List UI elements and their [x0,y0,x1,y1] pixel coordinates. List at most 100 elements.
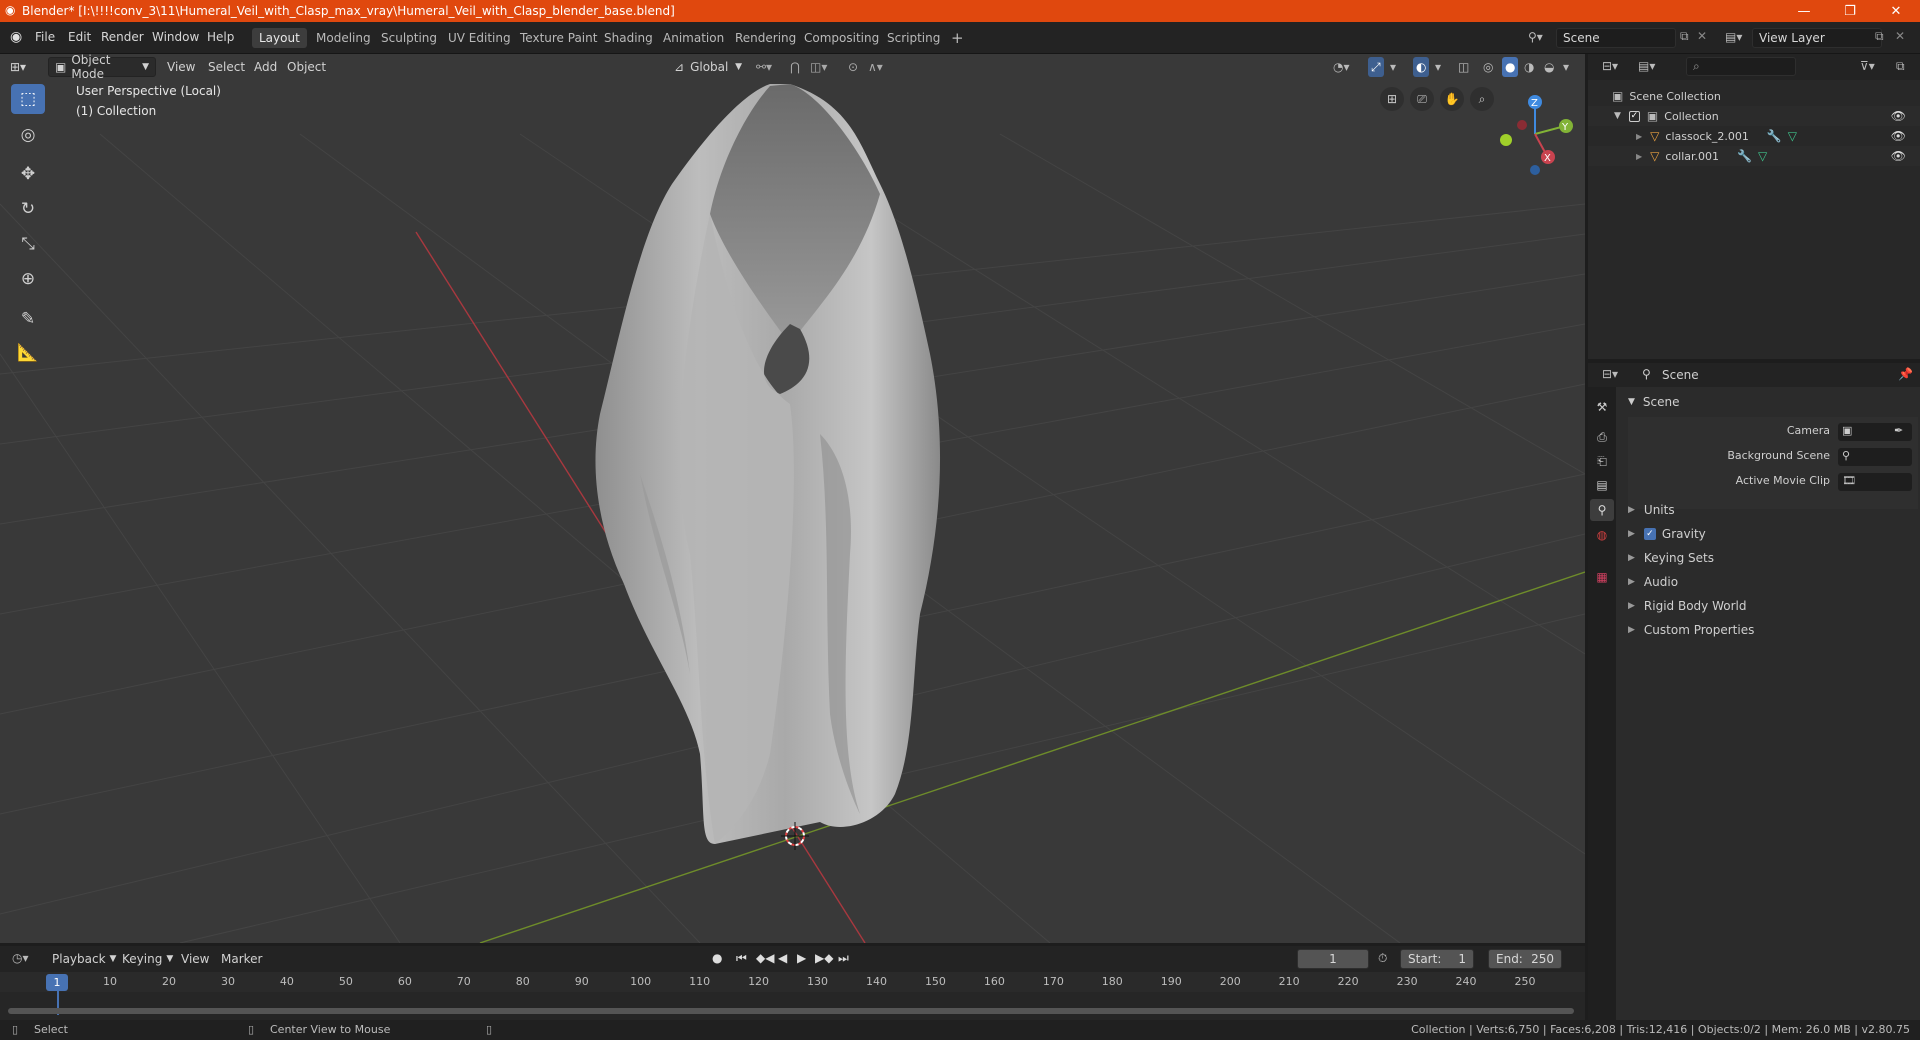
3d-viewport[interactable]: ⊞▾ ▣ Object Mode ▼ View Select Add Objec… [0,54,1585,943]
section-audio[interactable]: ▶ Audio [1628,571,1920,593]
rotate-tool[interactable]: ↻ [11,194,45,224]
jump-end-icon[interactable]: ⏭ [838,951,849,966]
menu-marker[interactable]: Marker [221,949,262,969]
view-layer-tab-icon[interactable]: ▤ [1592,475,1612,495]
menu-window[interactable]: Window [152,30,199,44]
tab-modeling[interactable]: Modeling [309,28,378,48]
timeline-editor-type-icon[interactable]: ◷▾ [12,951,29,965]
expand-arrow-icon[interactable]: ▶ [1636,152,1642,161]
material-shading-icon[interactable]: ◑ [1524,57,1534,77]
delete-scene-icon[interactable]: ✕ [1697,29,1707,43]
menu-file[interactable]: File [35,30,55,44]
tab-texture-paint[interactable]: Texture Paint [513,28,604,48]
add-workspace-button[interactable]: + [944,28,971,48]
chevron-down-icon[interactable]: ▾ [1390,57,1396,77]
annotate-tool[interactable]: ✎ [11,304,45,334]
snap-target-icon[interactable]: ◫▾ [810,57,827,77]
camera-view-icon[interactable]: ⎚ [1410,87,1434,111]
pan-view-icon[interactable]: ✋ [1440,87,1464,111]
playhead[interactable]: 1 [46,974,68,991]
filter-icon[interactable]: ⊽▾ [1860,59,1875,73]
view-layer-field[interactable]: View Layer [1752,28,1882,48]
outliner-row-scene-collection[interactable]: ▣ Scene Collection [1588,86,1920,106]
falloff-icon[interactable]: ∧▾ [868,57,883,77]
active-movie-clip-field[interactable]: 🎞 [1838,473,1912,491]
pin-icon[interactable]: 📌 [1898,367,1913,381]
wireframe-shading-icon[interactable]: ◎ [1483,57,1493,77]
scene-panel-header[interactable]: ▼ Scene [1628,391,1920,413]
editor-type-icon[interactable]: ⊞▾ [10,57,26,77]
outliner-row-object[interactable]: ▶ ▽ collar.001 🔧 ▽ 👁 [1588,146,1920,166]
eyedropper-icon[interactable]: ✒ [1894,424,1903,437]
navigation-gizmo[interactable]: Z Y X [1490,84,1580,184]
prev-keyframe-icon[interactable]: ◆◀ [756,951,774,965]
play-reverse-icon[interactable]: ◀ [778,951,787,965]
expand-arrow-icon[interactable]: ▶ [1636,132,1642,141]
scene-tab-icon[interactable]: ⚲ [1590,499,1614,521]
measure-tool[interactable]: 📐 [11,338,45,368]
outliner-search-input[interactable]: ⌕ [1686,57,1796,76]
overlay-toggle-icon[interactable]: ◐ [1413,57,1430,77]
maximize-button[interactable]: ❐ [1827,0,1873,22]
current-frame-field[interactable]: 1 [1297,949,1369,969]
move-tool[interactable]: ✥ [11,159,45,189]
section-rigid-body-world[interactable]: ▶ Rigid Body World [1628,595,1920,617]
new-view-layer-icon[interactable]: ⧉ [1875,29,1884,44]
select-box-tool[interactable]: ⬚ [11,84,45,114]
properties-editor-type-icon[interactable]: ⊟▾ [1602,367,1618,381]
tab-animation[interactable]: Animation [656,28,731,48]
world-tab-icon[interactable]: ◍ [1592,525,1612,545]
output-tab-icon[interactable]: ⎗ [1592,451,1612,471]
object-mode-dropdown[interactable]: ▣ Object Mode ▼ [48,54,156,81]
section-custom-properties[interactable]: ▶ Custom Properties [1628,619,1920,641]
next-keyframe-icon[interactable]: ▶◆ [815,951,833,965]
menu-render[interactable]: Render [101,30,144,44]
menu-edit[interactable]: Edit [68,30,91,44]
expand-arrow-icon[interactable]: ▼ [1614,111,1621,121]
chevron-down-icon[interactable]: ▾ [1563,57,1569,77]
end-frame-field[interactable]: End: 250 [1488,949,1562,969]
section-gravity[interactable]: ▶ ✓ Gravity [1628,523,1920,545]
minimize-button[interactable]: — [1781,0,1827,22]
section-units[interactable]: ▶ Units [1628,499,1920,521]
menu-object[interactable]: Object [287,57,326,77]
menu-view[interactable]: View [181,949,209,969]
tab-sculpting[interactable]: Sculpting [374,28,444,48]
delete-view-layer-icon[interactable]: ✕ [1895,29,1905,43]
outliner-row-collection[interactable]: ▼ ✓ ▣ Collection 👁 [1588,106,1920,126]
new-collection-icon[interactable]: ⧉ [1896,59,1905,74]
menu-view[interactable]: View [167,57,195,77]
record-icon[interactable]: ● [712,951,722,965]
eye-icon[interactable]: 👁 [1891,109,1906,123]
pivot-point-icon[interactable]: ⚯▾ [756,57,772,77]
scene-selector-icon[interactable]: ⚲▾ [1528,30,1543,44]
transform-tool[interactable]: ⊕ [11,264,45,294]
tab-rendering[interactable]: Rendering [728,28,803,48]
eye-icon[interactable]: 👁 [1891,149,1906,163]
view-layer-selector-icon[interactable]: ▤▾ [1725,30,1742,44]
visibility-icon[interactable]: ◔▾ [1333,57,1350,77]
display-mode-icon[interactable]: ▤▾ [1638,59,1655,73]
menu-add[interactable]: Add [254,57,277,77]
stopwatch-icon[interactable]: ⏱ [1378,951,1387,966]
tab-shading[interactable]: Shading [597,28,660,48]
tool-tab-icon[interactable]: ⚒ [1592,397,1612,417]
background-scene-field[interactable]: ⚲ [1838,448,1912,466]
new-scene-icon[interactable]: ⧉ [1680,29,1689,44]
proportional-edit-icon[interactable]: ⊙ [848,57,858,77]
menu-playback[interactable]: Playback ▼ [52,949,116,969]
scale-tool[interactable]: ⤡ [11,229,45,259]
start-frame-field[interactable]: Start: 1 [1400,949,1474,969]
scene-name-field[interactable]: Scene [1556,28,1676,48]
menu-keying[interactable]: Keying ▼ [122,949,173,969]
blender-menu-icon[interactable]: ◉ [10,29,22,45]
rendered-shading-icon[interactable]: ◒ [1544,57,1554,77]
menu-help[interactable]: Help [207,30,234,44]
tab-compositing[interactable]: Compositing [797,28,886,48]
timeline-scrollbar[interactable] [8,1008,1574,1014]
cloth-mesh[interactable] [595,84,941,844]
render-tab-icon[interactable]: ⎙ [1592,427,1612,447]
tab-scripting[interactable]: Scripting [880,28,947,48]
camera-field[interactable]: ▣ ✒ [1838,423,1912,441]
xray-icon[interactable]: ◫ [1458,57,1469,77]
